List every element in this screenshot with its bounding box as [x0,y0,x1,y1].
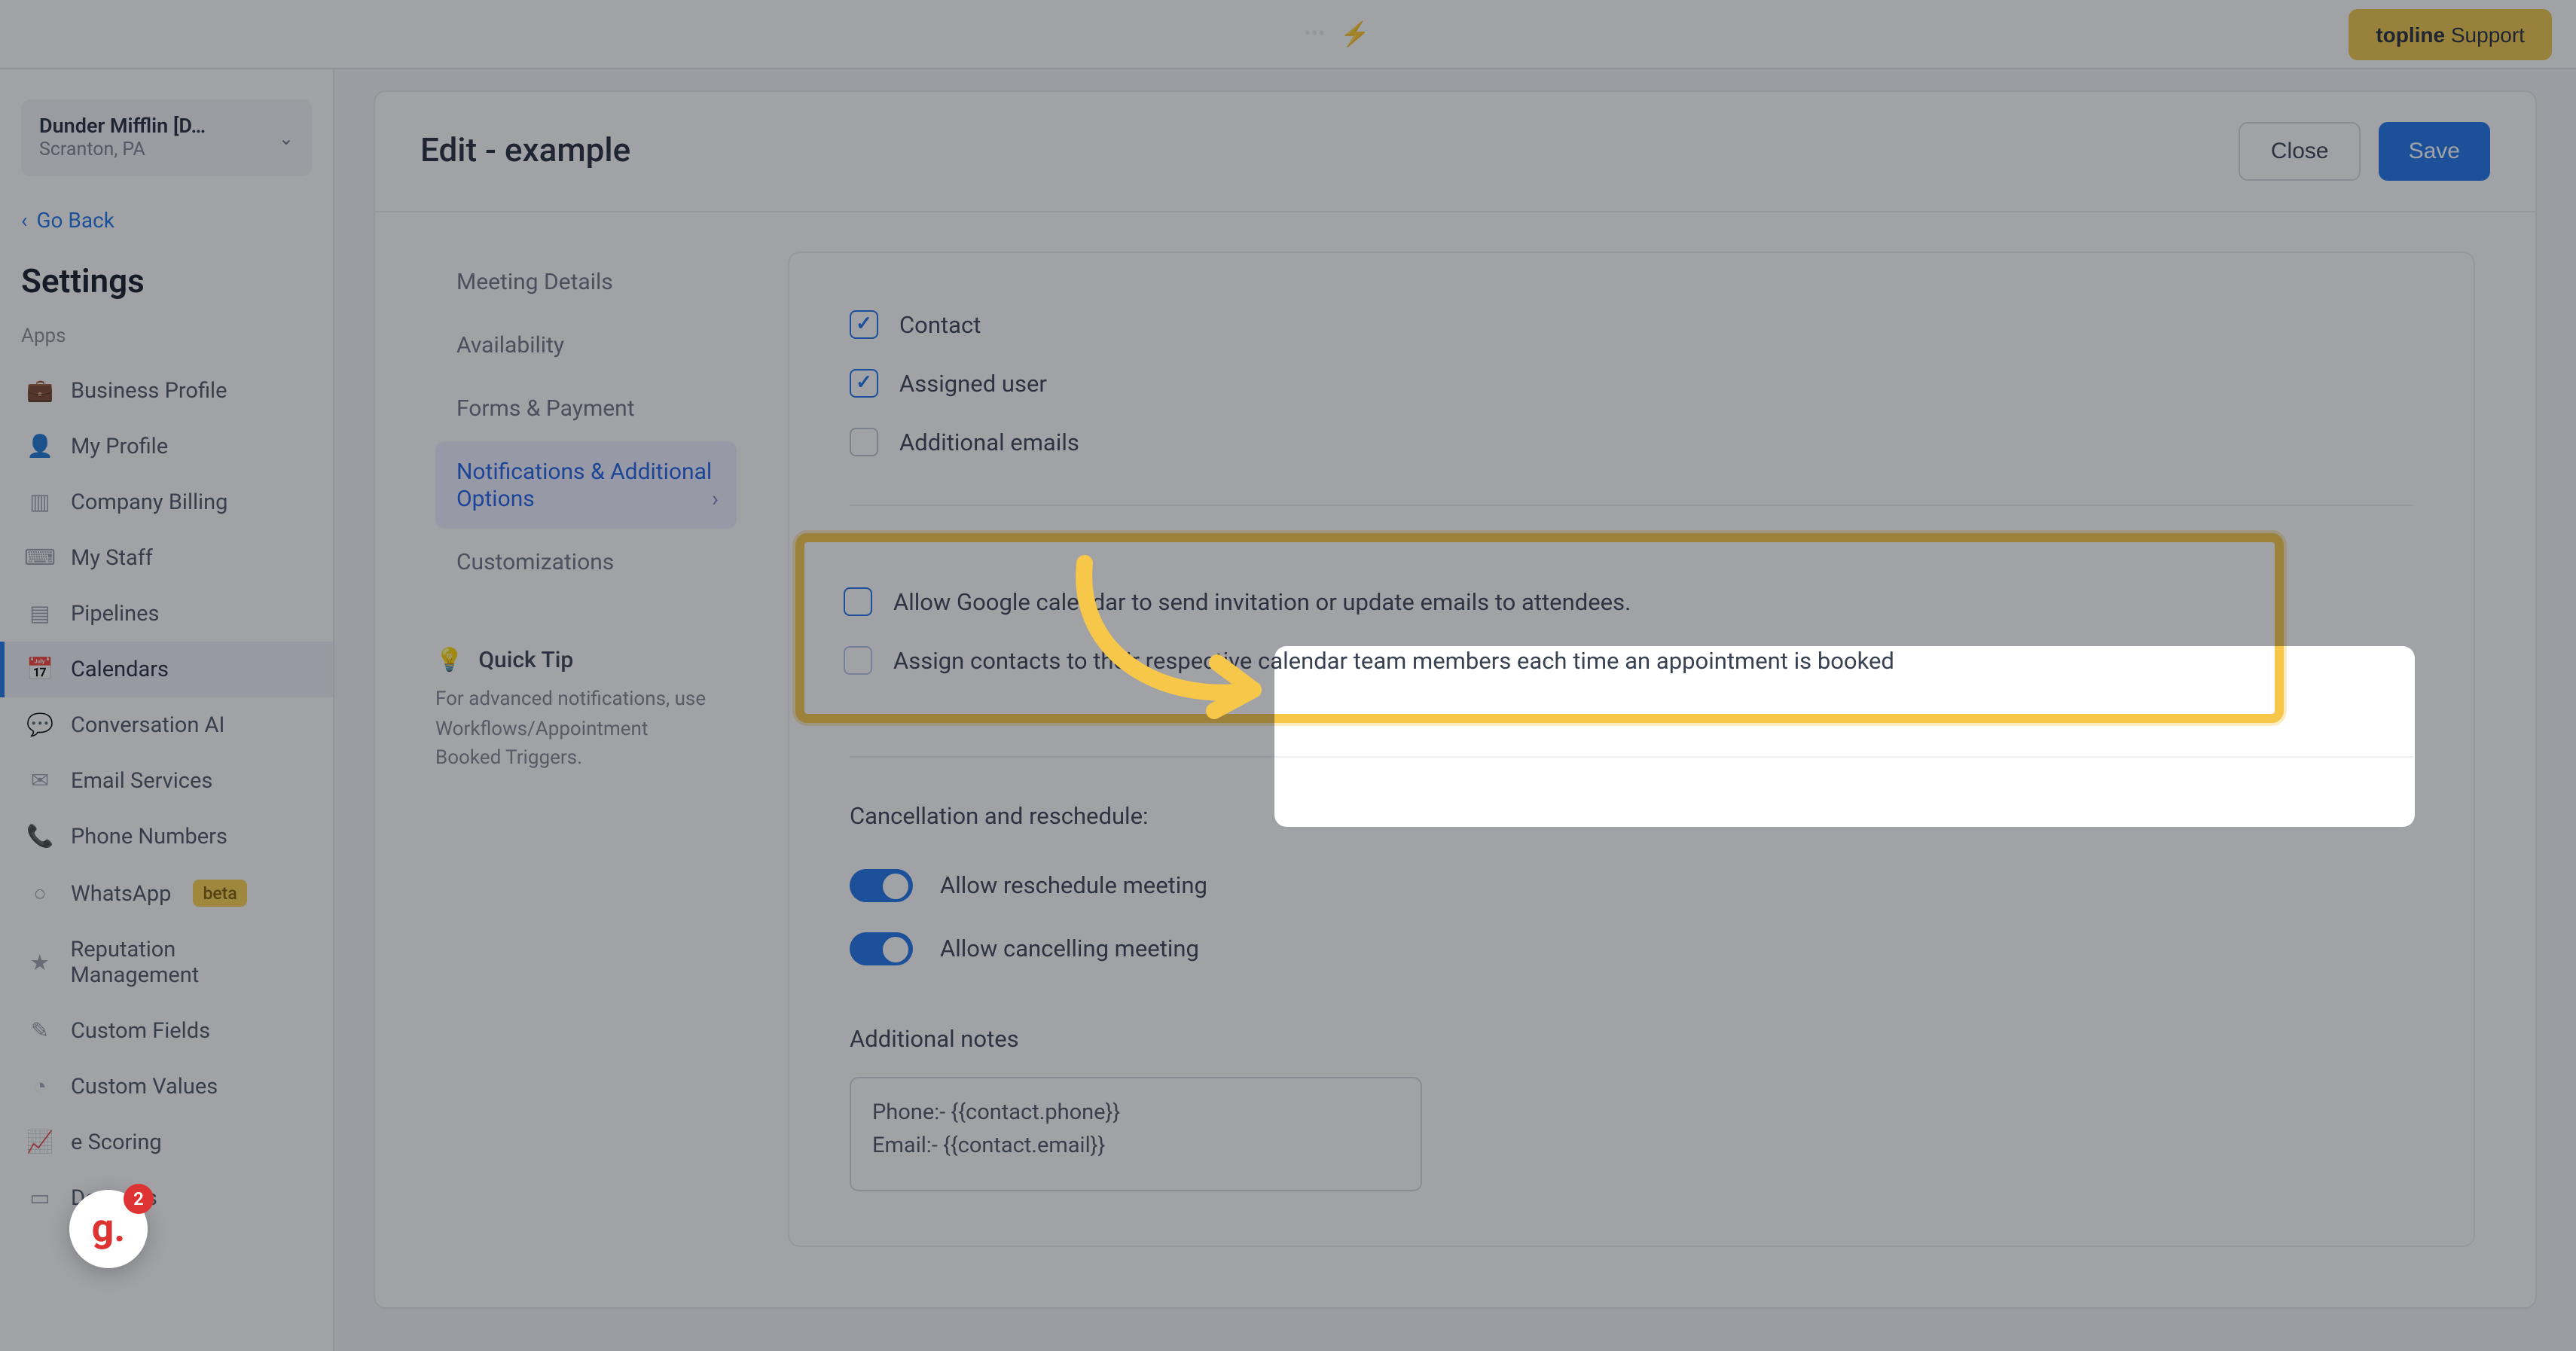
top-bar: ••• ⚡ topline Support [0,0,2576,69]
nav-icon: ▤ [27,601,53,627]
nav-label: e Scoring [71,1130,162,1155]
sidebar: Dunder Mifflin [D… Scranton, PA ⌄ ‹ Go B… [0,69,334,1351]
nav-label: Company Billing [71,489,227,515]
sidebar-item-calendars[interactable]: 📅 Calendars [0,642,333,697]
page-title: Settings [0,255,333,325]
tab-meeting-details[interactable]: Meeting Details [435,252,737,312]
toggle-icon [850,932,913,965]
nav-icon: ▥ [27,489,53,515]
sidebar-item-whatsapp[interactable]: ○ WhatsApp beta [0,865,333,922]
sidebar-item-business-profile[interactable]: 💼 Business Profile [0,363,333,419]
checkbox-icon [850,310,878,339]
nav-icon: ▭ [27,1185,53,1211]
checkbox-icon [850,428,878,456]
checkbox-icon [844,646,872,675]
nav-label: Reputation Management [70,937,306,988]
beta-badge: beta [192,880,247,907]
checkbox-icon [844,587,872,616]
nav-icon: 💼 [27,378,53,404]
toggle-reschedule[interactable]: Allow reschedule meeting [850,854,2413,917]
nav-icon: 📅 [27,657,53,682]
nav-icon: ⌨ [27,545,53,571]
save-button[interactable]: Save [2379,122,2490,181]
nav-label: Conversation AI [71,712,224,738]
nav-icon: 📈 [27,1130,53,1155]
nav-icon: 📞 [27,824,53,849]
nav-label: WhatsApp [71,880,171,906]
nav-label: Business Profile [71,378,227,404]
lightbulb-icon: 💡 [435,646,463,673]
sidebar-item-custom-fields[interactable]: ✎ Custom Fields [0,1003,333,1059]
org-location: Scranton, PA [39,139,206,161]
sidebar-item-pipelines[interactable]: ▤ Pipelines [0,586,333,642]
nav-label: Phone Numbers [71,824,227,849]
nav-icon: ✎ [27,1018,53,1044]
sidebar-item-email-services[interactable]: ✉ Email Services [0,753,333,809]
chevron-down-icon: ⌄ [279,127,294,148]
nav-icon: 👤 [27,434,53,459]
panel-title: Edit - example [420,133,630,170]
nav-label: Email Services [71,768,212,794]
checkbox-assigned-user[interactable]: Assigned user [850,354,2413,413]
nav-label: Pipelines [71,601,160,627]
nav-icon: ◔ [27,1074,53,1099]
notes-heading: Additional notes [850,1026,2413,1053]
section-label: Apps [0,325,333,363]
tab-notifications[interactable]: Notifications & Additional Options [435,441,737,529]
top-bar-center: ••• ⚡ [1304,20,1370,48]
tab-customizations[interactable]: Customizations [435,532,737,592]
sidebar-item-domains[interactable]: ▭Domains [0,1170,333,1226]
sidebar-item-conversation-ai[interactable]: 💬 Conversation AI [0,697,333,753]
tab-forms-payment[interactable]: Forms & Payment [435,378,737,438]
nav-label: Custom Fields [71,1018,210,1044]
nav-label: My Staff [71,545,153,571]
nav-icon: ✉ [27,768,53,794]
nav-label: Calendars [71,657,169,682]
tab-availability[interactable]: Availability [435,315,737,375]
sidebar-item-scoring[interactable]: 📈 e Scoring [0,1115,333,1170]
nav-label: Custom Values [71,1074,218,1099]
tip-text: For advanced notifications, use Workflow… [435,685,707,773]
checkbox-google-calendar[interactable]: Allow Google calendar to send invitation… [844,572,2236,631]
close-button[interactable]: Close [2239,122,2361,181]
spotlight-hole [1274,646,2415,827]
checkbox-contact[interactable]: Contact [850,295,2413,354]
nav-label: My Profile [71,434,168,459]
bolt-icon: ⚡ [1340,20,1370,48]
support-button[interactable]: topline Support [2349,8,2552,59]
sidebar-item-phone-numbers[interactable]: 📞 Phone Numbers [0,809,333,865]
chevron-left-icon: ‹ [21,209,27,233]
toggle-icon [850,869,913,902]
org-name: Dunder Mifflin [D… [39,114,206,139]
floating-badge[interactable]: g. [69,1190,148,1268]
quick-tip: 💡Quick Tip For advanced notifications, u… [435,646,737,773]
checkbox-additional-emails[interactable]: Additional emails [850,413,2413,471]
nav-icon: ○ [27,880,53,906]
sidebar-item-reputation-management[interactable]: ★ Reputation Management [0,922,333,1003]
sidebar-item-company-billing[interactable]: ▥ Company Billing [0,474,333,530]
divider [850,505,2413,506]
sidebar-item-my-staff[interactable]: ⌨ My Staff [0,530,333,586]
go-back-link[interactable]: ‹ Go Back [0,197,333,255]
sidebar-item-my-profile[interactable]: 👤 My Profile [0,419,333,474]
nav-icon: ★ [27,950,52,975]
nav-icon: 💬 [27,712,53,738]
org-switcher[interactable]: Dunder Mifflin [D… Scranton, PA ⌄ [21,99,312,176]
toggle-cancel[interactable]: Allow cancelling meeting [850,917,2413,980]
additional-notes-input[interactable]: Phone:- {{contact.phone}} Email:- {{cont… [850,1077,1422,1191]
main: Edit - example Close Save Meeting Detail… [334,69,2576,1351]
checkbox-icon [850,369,878,398]
sidebar-item-custom-values[interactable]: ◔ Custom Values [0,1059,333,1115]
